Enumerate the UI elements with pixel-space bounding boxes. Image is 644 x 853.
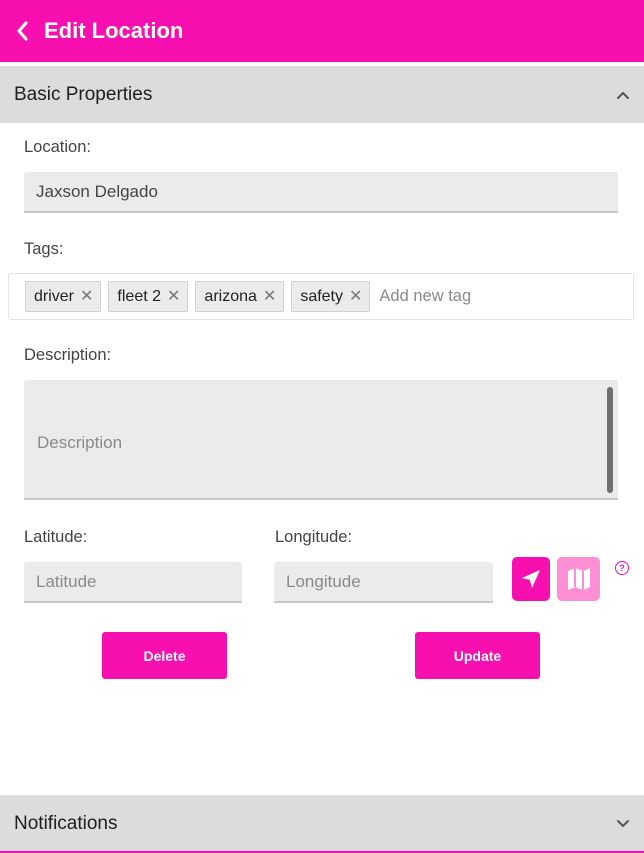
tag-chip: arizona ✕ (195, 281, 285, 312)
location-input[interactable]: Jaxson Delgado (24, 172, 618, 213)
longitude-label: Longitude: (275, 528, 353, 546)
chevron-down-icon (617, 819, 629, 827)
map-picker-button[interactable] (557, 557, 600, 601)
back-icon (17, 21, 28, 41)
basic-properties-header[interactable]: Basic Properties (0, 66, 644, 123)
section-title: Basic Properties (14, 83, 153, 105)
tag-input[interactable]: Add new tag (379, 287, 471, 306)
location-label: Location: (24, 138, 91, 156)
tag-label: driver (34, 287, 75, 305)
notifications-header[interactable]: Notifications (0, 795, 644, 852)
tag-label: arizona (204, 287, 257, 305)
description-placeholder: Description (37, 433, 123, 452)
help-icon[interactable]: ? (615, 561, 629, 575)
map-icon (567, 568, 590, 590)
back-button[interactable] (0, 0, 44, 63)
tag-chip: safety ✕ (291, 281, 371, 312)
description-textarea[interactable]: Description (24, 380, 618, 500)
textarea-scrollbar[interactable] (607, 387, 613, 493)
latitude-label: Latitude: (24, 528, 88, 546)
tags-field[interactable]: driver ✕ fleet 2 ✕ arizona ✕ safety ✕ Ad… (8, 273, 634, 320)
latitude-input[interactable]: Latitude (24, 562, 242, 603)
page-title: Edit Location (44, 18, 184, 43)
close-icon[interactable]: ✕ (349, 288, 362, 305)
delete-button[interactable]: Delete (102, 632, 227, 679)
close-icon[interactable]: ✕ (80, 288, 93, 305)
edit-location-screen: Edit Location Basic Properties Location:… (0, 0, 644, 853)
update-button[interactable]: Update (415, 632, 540, 679)
tag-label: safety (300, 287, 343, 305)
close-icon[interactable]: ✕ (263, 288, 276, 305)
section-title: Notifications (14, 812, 118, 834)
close-icon[interactable]: ✕ (167, 288, 180, 305)
current-location-button[interactable] (512, 557, 550, 601)
tag-label: fleet 2 (117, 287, 162, 305)
description-label: Description: (24, 346, 112, 364)
chevron-up-icon (617, 91, 629, 99)
navigation-arrow-icon (522, 570, 540, 588)
app-header: Edit Location (0, 0, 644, 64)
tag-chip: driver ✕ (25, 281, 102, 312)
tags-label: Tags: (24, 240, 64, 258)
longitude-input[interactable]: Longitude (274, 562, 493, 603)
tag-chip: fleet 2 ✕ (108, 281, 189, 312)
